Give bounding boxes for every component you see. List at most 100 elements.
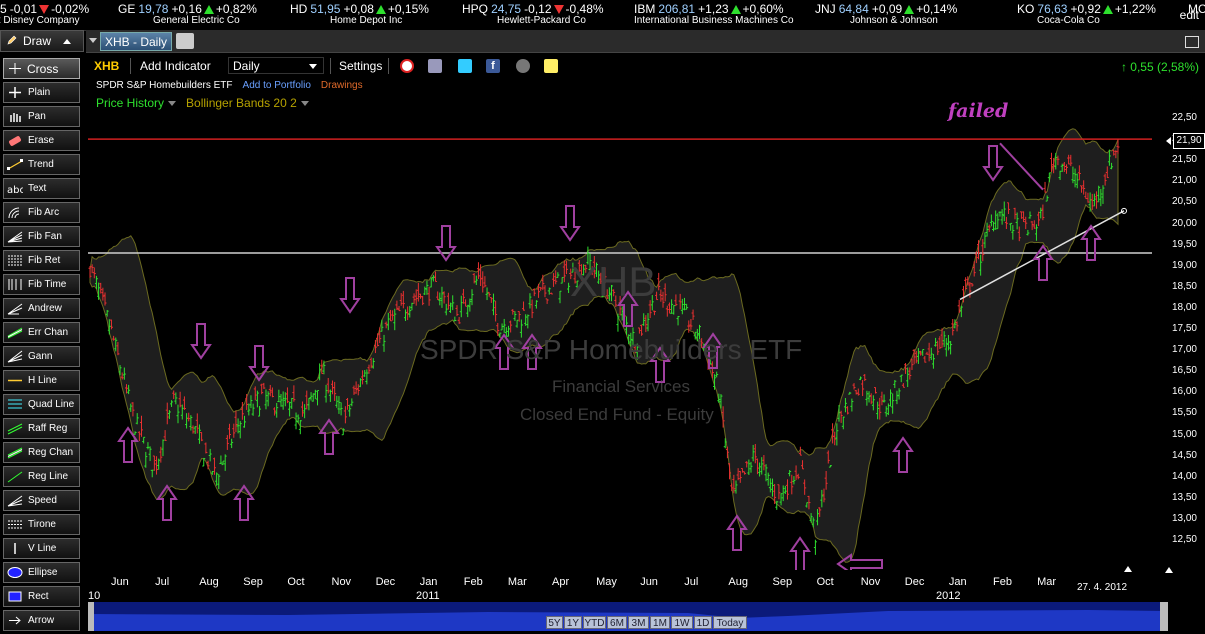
- text-icon: abc: [7, 185, 23, 195]
- x-tick-label: Nov: [860, 576, 881, 588]
- note-icon[interactable]: [544, 59, 558, 73]
- tool-label: V Line: [28, 543, 57, 554]
- settings-button[interactable]: Settings: [339, 59, 382, 73]
- tool-label: Err Chan: [28, 327, 69, 338]
- tool-h-line[interactable]: H Line: [3, 370, 80, 391]
- collapse-icon[interactable]: [1124, 566, 1132, 572]
- range-button[interactable]: 5Y: [546, 616, 563, 629]
- tool-quad-line[interactable]: Quad Line: [3, 394, 80, 415]
- y-tick-label: 14,50: [1171, 449, 1197, 461]
- tool-label: Fib Ret: [28, 255, 61, 266]
- edit-link[interactable]: edit: [1180, 8, 1199, 22]
- tool-err-chan[interactable]: Err Chan: [3, 322, 80, 343]
- arrow-up-icon: [789, 536, 811, 570]
- range-button[interactable]: 3M: [628, 616, 649, 629]
- add-indicator-button[interactable]: Add Indicator: [140, 59, 211, 73]
- ticker-percent: +1,22%: [1114, 2, 1156, 16]
- tool-gann[interactable]: Gann: [3, 346, 80, 367]
- rect-icon: [8, 591, 22, 602]
- tool-label: Speed: [28, 495, 57, 506]
- binoculars-icon[interactable]: [516, 59, 530, 73]
- legend-price-history[interactable]: Price History: [96, 96, 164, 110]
- ticker-price: 76,63: [1037, 2, 1068, 16]
- tool-reg-chan[interactable]: Reg Chan: [3, 442, 80, 463]
- reg-chan-icon: [7, 447, 23, 459]
- plain-icon: [9, 87, 21, 98]
- range-button[interactable]: Today: [713, 616, 747, 629]
- range-button[interactable]: 1D: [694, 616, 712, 629]
- draw-menu[interactable]: Draw: [0, 30, 84, 52]
- new-tab-icon[interactable]: [176, 33, 194, 49]
- tool-v-line[interactable]: V Line: [3, 538, 80, 559]
- navigator-left-handle[interactable]: [88, 602, 94, 631]
- h-line-icon: [8, 379, 22, 382]
- tool-tirone[interactable]: Tirone: [3, 514, 80, 535]
- ticker-item[interactable]: JNJ 64,84 +0,09 +0,14% Johnson & Johnson: [815, 2, 957, 26]
- tool-ellipse[interactable]: Ellipse: [3, 562, 80, 583]
- tool-andrew[interactable]: Andrew: [3, 298, 80, 319]
- tool-reg-line[interactable]: Reg Line: [3, 466, 80, 487]
- raff-reg-icon: [7, 423, 23, 435]
- legend-bollinger[interactable]: Bollinger Bands 20 2: [186, 96, 297, 110]
- twitter-icon[interactable]: [458, 59, 472, 73]
- ticker-item[interactable]: IBM 206,81 +1,23 +0,60% International Busi…: [634, 2, 794, 26]
- ticker-symbol: JNJ: [815, 2, 836, 16]
- tool-text[interactable]: abc Text: [3, 178, 80, 199]
- arrow-icon: [9, 616, 21, 625]
- navigator-right-handle[interactable]: [1160, 602, 1168, 631]
- tool-fib-ret[interactable]: Fib Ret: [3, 250, 80, 271]
- y-tick-label: 18,50: [1171, 280, 1197, 292]
- tool-plain[interactable]: Plain: [3, 82, 80, 103]
- tool-raff-reg[interactable]: Raff Reg: [3, 418, 80, 439]
- fib-ret-icon: [8, 255, 22, 266]
- maximize-icon[interactable]: [1185, 36, 1199, 48]
- ticker-symbol: IBM: [634, 2, 656, 16]
- tool-fib-fan[interactable]: Fib Fan: [3, 226, 80, 247]
- triangle-down-icon: [39, 5, 50, 14]
- ticker-item[interactable]: GE 19,78 +0,16 +0,82% General Electric Co: [118, 2, 257, 26]
- tool-label: Andrew: [28, 303, 62, 314]
- ticker-change: +0,09: [871, 2, 903, 16]
- ticker-item[interactable]: HPQ 24,75 -0,12 -0,48% Hewlett-Packard Co: [462, 2, 604, 26]
- range-button[interactable]: 1W: [671, 616, 693, 629]
- alarm-icon[interactable]: [400, 59, 414, 73]
- ticker-symbol: HPQ: [462, 2, 489, 16]
- scroll-up-icon[interactable]: [1165, 567, 1173, 573]
- range-button[interactable]: 1Y: [564, 616, 582, 629]
- tab-menu-icon[interactable]: [89, 38, 97, 43]
- x-tick-label: Aug: [728, 576, 748, 588]
- facebook-icon[interactable]: f: [486, 59, 500, 73]
- y-tick-label: 21,50: [1171, 154, 1197, 166]
- drawings-link[interactable]: Drawings: [321, 80, 363, 91]
- price-pointer-icon: [1166, 137, 1171, 145]
- tool-cross[interactable]: Cross: [3, 58, 80, 79]
- tool-fib-arc[interactable]: Fib Arc: [3, 202, 80, 223]
- tab-xhb-daily[interactable]: XHB - Daily: [100, 32, 172, 51]
- tool-trend[interactable]: Trend: [3, 154, 80, 175]
- layers-icon[interactable]: [428, 59, 442, 73]
- svg-text:abc: abc: [7, 185, 23, 195]
- price-change: ↑ 0,55 (2,58%): [1121, 60, 1199, 74]
- range-button[interactable]: 6M: [607, 616, 627, 629]
- chevron-down-icon[interactable]: [300, 101, 309, 106]
- y-tick-label: 15,50: [1171, 407, 1197, 419]
- chevron-down-icon[interactable]: [168, 101, 177, 106]
- tool-label: Pan: [28, 111, 46, 122]
- ticker-item[interactable]: HD 51,95 +0,08 +0,15% Home Depot Inc: [290, 2, 429, 26]
- add-to-portfolio-link[interactable]: Add to Portfolio: [243, 80, 311, 91]
- instrument-subline: SPDR S&P Homebuilders ETF Add to Portfoli…: [96, 80, 363, 91]
- tool-fib-time[interactable]: Fib Time: [3, 274, 80, 295]
- tool-arrow[interactable]: Arrow: [3, 610, 80, 631]
- range-button[interactable]: YTD: [583, 616, 606, 629]
- ticker-item[interactable]: KO 76,63 +0,92 +1,22% Coca-Cola Co: [1017, 2, 1156, 26]
- ticker-item[interactable]: 5 -0,01 -0,02%alt Disney Company: [0, 2, 89, 26]
- tool-speed[interactable]: Speed: [3, 490, 80, 511]
- tool-rect[interactable]: Rect: [3, 586, 80, 607]
- tool-erase[interactable]: Erase: [3, 130, 80, 151]
- triangle-up-icon: [904, 5, 915, 14]
- y-tick-label: 12,50: [1171, 534, 1197, 545]
- tool-pan[interactable]: Pan: [3, 106, 80, 127]
- symbol-label[interactable]: XHB: [94, 59, 119, 73]
- period-select[interactable]: Daily: [228, 57, 324, 74]
- range-button[interactable]: 1M: [650, 616, 670, 629]
